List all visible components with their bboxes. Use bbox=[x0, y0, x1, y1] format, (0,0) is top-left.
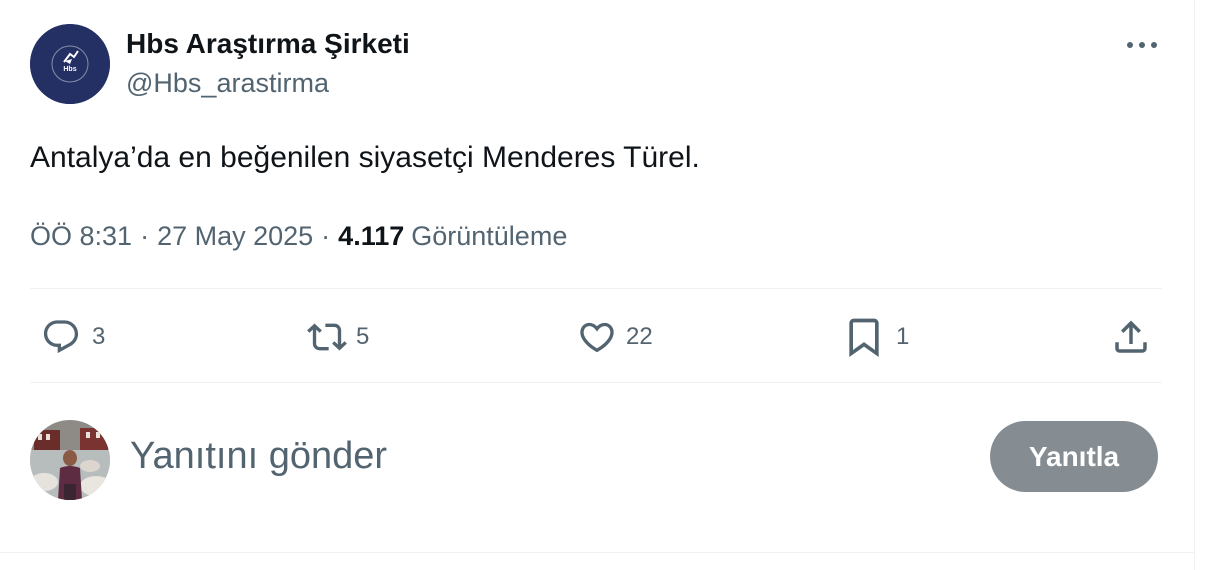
retweet-icon bbox=[307, 323, 347, 351]
meta-separator: · bbox=[140, 221, 150, 251]
column-right-border bbox=[1194, 0, 1195, 570]
reply-action[interactable]: 3 bbox=[40, 316, 105, 358]
tweet-time[interactable]: ÖÖ 8:31 bbox=[30, 218, 132, 254]
current-user-avatar[interactable] bbox=[30, 420, 110, 500]
more-dots-icon bbox=[1127, 42, 1157, 48]
share-action[interactable] bbox=[1110, 316, 1152, 358]
like-count: 22 bbox=[626, 323, 653, 350]
tweet-text: Antalya’da en beğenilen siyasetçi Mender… bbox=[30, 141, 700, 174]
views-count[interactable]: 4.117 bbox=[338, 218, 404, 254]
more-options-button[interactable] bbox=[1120, 28, 1164, 62]
reply-icon bbox=[43, 320, 79, 354]
reply-count: 3 bbox=[92, 323, 106, 350]
author-avatar[interactable]: Hbs bbox=[30, 24, 110, 104]
bookmark-icon bbox=[849, 318, 879, 358]
retweet-count: 5 bbox=[356, 323, 370, 350]
views-label: Görüntüleme bbox=[411, 221, 568, 251]
tweet-date[interactable]: 27 May 2025 bbox=[157, 218, 313, 254]
tweet-meta: ÖÖ 8:31 · 27 May 2025 · 4.117 Görüntülem… bbox=[30, 218, 567, 254]
divider-bottom bbox=[30, 382, 1162, 383]
hbs-logo-icon: Hbs bbox=[30, 24, 110, 104]
share-icon bbox=[1115, 320, 1147, 353]
reply-input[interactable]: Yanıtını gönder bbox=[130, 432, 387, 480]
author-display-name[interactable]: Hbs Araştırma Şirketi bbox=[126, 26, 410, 62]
avatar-logo-text: Hbs bbox=[63, 66, 76, 73]
user-photo-icon bbox=[30, 420, 110, 500]
bookmark-count: 1 bbox=[896, 323, 910, 350]
bookmark-action[interactable]: 1 bbox=[842, 316, 909, 358]
meta-separator: · bbox=[321, 221, 331, 251]
reply-submit-button[interactable]: Yanıtla bbox=[990, 421, 1158, 492]
like-action[interactable]: 22 bbox=[576, 316, 653, 358]
heart-icon bbox=[580, 322, 614, 353]
tweet-bottom-border bbox=[0, 552, 1194, 553]
author-handle[interactable]: @Hbs_arastirma bbox=[126, 66, 329, 100]
divider-top bbox=[30, 288, 1162, 289]
retweet-action[interactable]: 5 bbox=[304, 316, 369, 358]
